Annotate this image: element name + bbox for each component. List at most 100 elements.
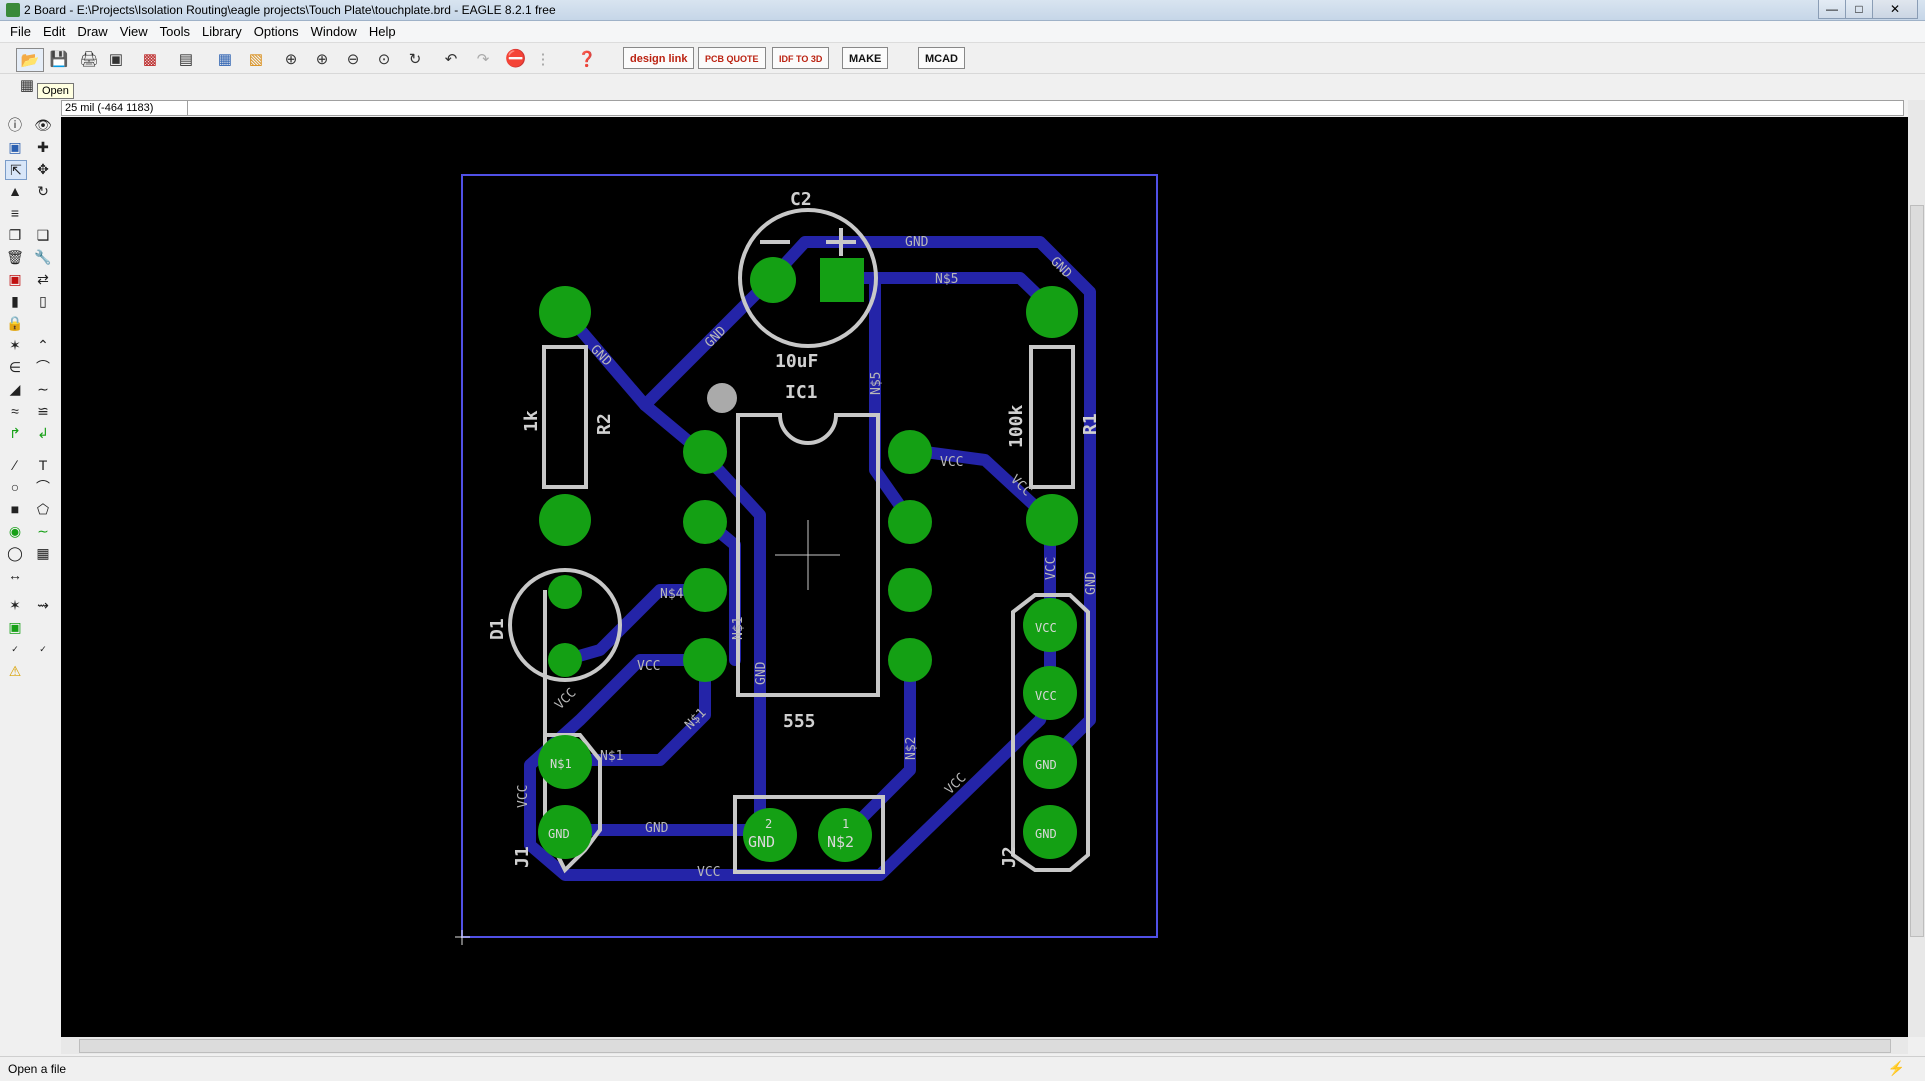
horizontal-scrollbar[interactable]: [61, 1037, 1908, 1054]
text-icon[interactable]: T: [33, 456, 53, 474]
open-file-icon[interactable]: 📂: [16, 48, 44, 72]
zoom-fit-icon[interactable]: ⊕: [280, 48, 302, 70]
rotate-icon[interactable]: ↻: [33, 182, 53, 200]
attribute-icon[interactable]: ▦: [33, 544, 53, 562]
d1-pad-2: [548, 643, 582, 677]
info-icon[interactable]: ⓘ: [5, 116, 25, 134]
rect-icon[interactable]: ■: [5, 500, 25, 518]
board-canvas[interactable]: C2 10uF IC1 555 1k R2 100k R1 D1 J1 J2 G…: [61, 117, 1908, 1037]
copy-icon[interactable]: ❐: [5, 226, 25, 244]
display-layers-icon[interactable]: ▣: [5, 138, 25, 156]
make-button[interactable]: MAKE: [842, 47, 889, 69]
align-icon[interactable]: ≡: [5, 204, 25, 222]
hole-icon[interactable]: ◯: [5, 544, 25, 562]
minimize-button[interactable]: —: [1818, 0, 1846, 19]
eagle-app-icon: [6, 3, 20, 17]
route-icon[interactable]: ≈: [5, 402, 25, 420]
maximize-button[interactable]: □: [1845, 0, 1873, 19]
add-part-icon[interactable]: ▣: [5, 270, 25, 288]
menu-help[interactable]: Help: [363, 21, 402, 39]
vertical-scrollbar[interactable]: [1908, 100, 1925, 1037]
move-icon[interactable]: ✥: [33, 160, 53, 178]
paste-icon[interactable]: ❑: [33, 226, 53, 244]
value-icon[interactable]: ▯: [33, 292, 53, 310]
help-icon[interactable]: ❓: [576, 48, 598, 70]
mirror-icon[interactable]: ▲: [5, 182, 25, 200]
change-icon[interactable]: 🔧: [33, 248, 53, 266]
sig-n5-v: N$5: [869, 372, 884, 395]
via-icon[interactable]: ◉: [5, 522, 25, 540]
save-icon[interactable]: 💾: [48, 48, 70, 70]
redraw-icon[interactable]: ↻: [404, 48, 426, 70]
j1-pad-gnd: GND: [548, 827, 570, 841]
menu-options[interactable]: Options: [248, 21, 305, 39]
menu-edit[interactable]: Edit: [37, 21, 71, 39]
ripup-icon[interactable]: ↱: [5, 424, 25, 442]
route-multi-icon[interactable]: ≌: [33, 402, 53, 420]
zoom-in-icon[interactable]: ⊕: [311, 48, 333, 70]
trace-n4: [559, 584, 711, 666]
erc-icon[interactable]: ✓: [5, 640, 25, 658]
autorouter-icon[interactable]: ↲: [33, 424, 53, 442]
schematic-icon[interactable]: ▩: [139, 48, 161, 70]
meander-icon[interactable]: ∼: [33, 380, 53, 398]
menu-file[interactable]: File: [0, 21, 37, 39]
arc-icon[interactable]: ⌒: [33, 478, 53, 496]
script-icon[interactable]: ▦: [214, 48, 236, 70]
sig-vcc-d1: VCC: [552, 686, 579, 713]
close-button[interactable]: ✕: [1872, 0, 1918, 19]
mcad-button[interactable]: MCAD: [918, 47, 965, 69]
menu-library[interactable]: Library: [196, 21, 248, 39]
show-icon[interactable]: 👁: [33, 116, 53, 134]
menu-view[interactable]: View: [114, 21, 154, 39]
zoom-select-icon[interactable]: ⊙: [373, 48, 395, 70]
horizontal-scroll-thumb[interactable]: [79, 1039, 1891, 1053]
delete-icon[interactable]: 🗑: [5, 248, 25, 266]
label-r2-value: 1k: [521, 410, 542, 432]
drc-icon[interactable]: ✓: [33, 640, 53, 658]
polygon-icon[interactable]: ⬠: [33, 500, 53, 518]
select-icon[interactable]: ⇱: [5, 160, 27, 180]
auto-icon[interactable]: ⇝: [33, 596, 53, 614]
menu-tools[interactable]: Tools: [154, 21, 196, 39]
go-icon[interactable]: ⋮: [532, 48, 554, 70]
mark-icon[interactable]: ✚: [33, 138, 53, 156]
label-j1: J1: [512, 846, 533, 868]
design-link-button[interactable]: design link: [623, 47, 695, 69]
pcb-quote-button[interactable]: PCB QUOTE: [698, 47, 766, 69]
dimension-icon[interactable]: ↔: [5, 566, 25, 584]
warning-icon[interactable]: ⚠: [5, 662, 25, 680]
slice-icon[interactable]: ◢: [5, 380, 25, 398]
left-tool-palette: ⓘ 👁 ▣ ✚ ⇱ ✥ ▲ ↻ ≡ ❐ ❑ 🗑 🔧 ▣ ⇄ ▮ ▯ 🔒 ✶ ⌃ …: [0, 110, 60, 1040]
lock-icon[interactable]: 🔒: [5, 314, 25, 332]
grid-icon[interactable]: ▦: [16, 74, 38, 96]
name-icon[interactable]: ▮: [5, 292, 25, 310]
zoom-out-icon[interactable]: ⊖: [342, 48, 364, 70]
ic1-pad-3: [683, 568, 727, 612]
layer-icon[interactable]: ▣: [5, 618, 25, 636]
j1-pad-n1: N$1: [550, 757, 572, 771]
signal-icon[interactable]: ∼: [33, 522, 53, 540]
undo-icon[interactable]: ↶: [440, 48, 462, 70]
idf-to-3d-button[interactable]: IDF TO 3D: [772, 47, 830, 69]
optimize-icon[interactable]: ∈: [5, 358, 25, 376]
vertical-scroll-thumb[interactable]: [1910, 205, 1924, 937]
replace-icon[interactable]: ⇄: [33, 270, 53, 288]
ratsnest-icon[interactable]: ✶: [5, 596, 25, 614]
miter-icon[interactable]: ⌒: [33, 358, 53, 376]
stop-icon[interactable]: ⛔: [505, 48, 527, 70]
print-icon[interactable]: 🖨: [78, 48, 100, 70]
circle-icon[interactable]: ○: [5, 478, 25, 496]
smash-icon[interactable]: ✶: [5, 336, 25, 354]
menu-window[interactable]: Window: [305, 21, 363, 39]
split-icon[interactable]: ⌃: [33, 336, 53, 354]
ulp-icon[interactable]: ▧: [245, 48, 267, 70]
cam-icon[interactable]: ▣: [105, 48, 127, 70]
redo-icon[interactable]: ↷: [472, 48, 494, 70]
sw-pad-gnd: GND: [748, 833, 775, 851]
library-icon[interactable]: ▤: [175, 48, 197, 70]
menu-draw[interactable]: Draw: [71, 21, 113, 39]
command-line-input[interactable]: [187, 100, 1904, 116]
sig-n5-top: N$5: [935, 272, 958, 287]
wire-icon[interactable]: ∕: [5, 456, 25, 474]
